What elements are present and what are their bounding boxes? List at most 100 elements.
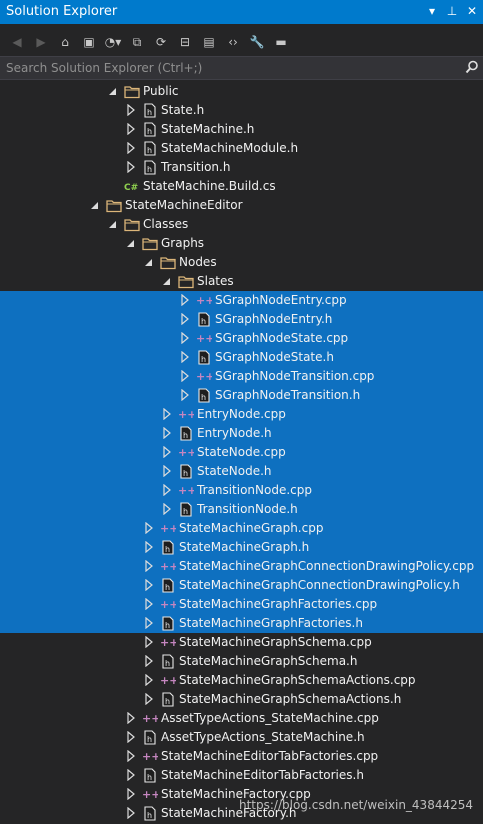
tree-item[interactable]: h StateMachine.h (0, 120, 483, 139)
expanded-arrow-icon[interactable] (162, 275, 172, 287)
collapsed-arrow-icon[interactable] (180, 351, 190, 363)
collapsed-arrow-icon[interactable] (144, 541, 154, 553)
collapsed-arrow-icon[interactable] (126, 769, 136, 781)
tree-item[interactable]: ++ SGraphNodeEntry.cpp (0, 291, 483, 310)
tree-item[interactable]: ++ StateMachineGraphFactories.cpp (0, 595, 483, 614)
folder-icon (124, 84, 140, 99)
search-icon[interactable] (465, 60, 479, 74)
collapsed-arrow-icon[interactable] (126, 104, 136, 116)
tree-item[interactable]: h StateMachineGraphFactories.h (0, 614, 483, 633)
collapsed-arrow-icon[interactable] (162, 503, 172, 515)
refresh-icon[interactable]: ⟳ (152, 33, 170, 51)
expanded-arrow-icon[interactable] (144, 256, 154, 268)
collapsed-arrow-icon[interactable] (162, 484, 172, 496)
tree-item[interactable]: Nodes (0, 253, 483, 272)
tree-item[interactable]: ++ AssetTypeActions_StateMachine.cpp (0, 709, 483, 728)
collapsed-arrow-icon[interactable] (144, 522, 154, 534)
collapsed-arrow-icon[interactable] (126, 712, 136, 724)
tree-item[interactable]: ++ SGraphNodeState.cpp (0, 329, 483, 348)
collapsed-arrow-icon[interactable] (144, 598, 154, 610)
tree-item[interactable]: h StateMachineGraphSchemaActions.h (0, 690, 483, 709)
pin-icon[interactable]: ⊥ (445, 3, 459, 19)
close-icon[interactable]: ✕ (465, 3, 479, 19)
tree-item[interactable]: h SGraphNodeTransition.h (0, 386, 483, 405)
svg-text:h: h (147, 146, 152, 155)
solution-tree: Public h State.h h StateMachine.h h StateMachi… (0, 82, 483, 824)
tree-item[interactable]: ++ StateMachineEditorTabFactories.cpp (0, 747, 483, 766)
collapsed-arrow-icon[interactable] (162, 465, 172, 477)
collapsed-arrow-icon[interactable] (144, 617, 154, 629)
collapsed-arrow-icon[interactable] (180, 294, 190, 306)
collapsed-arrow-icon[interactable] (180, 313, 190, 325)
collapsed-arrow-icon[interactable] (180, 370, 190, 382)
home-icon[interactable]: ⌂ (56, 33, 74, 51)
back-icon[interactable]: ◀ (8, 33, 26, 51)
collapsed-arrow-icon[interactable] (180, 332, 190, 344)
tree-item[interactable]: h StateMachineGraphSchema.h (0, 652, 483, 671)
preview-selected-icon[interactable]: ▬ (272, 33, 290, 51)
tree-item[interactable]: h TransitionNode.h (0, 500, 483, 519)
tree-item[interactable]: StateMachineEditor (0, 196, 483, 215)
tree-item[interactable]: h StateNode.h (0, 462, 483, 481)
show-all-files-icon[interactable]: ▤ (200, 33, 218, 51)
expanded-arrow-icon[interactable] (108, 85, 118, 97)
tree-item[interactable]: ++ SGraphNodeTransition.cpp (0, 367, 483, 386)
collapsed-arrow-icon[interactable] (162, 408, 172, 420)
tree-item[interactable]: h StateMachineEditorTabFactories.h (0, 766, 483, 785)
collapsed-arrow-icon[interactable] (162, 446, 172, 458)
tree-item[interactable]: h SGraphNodeState.h (0, 348, 483, 367)
expanded-arrow-icon[interactable] (108, 218, 118, 230)
dropdown-icon[interactable]: ▾ (425, 3, 439, 19)
tree-item-label: EntryNode.h (197, 426, 272, 440)
collapsed-arrow-icon[interactable] (126, 788, 136, 800)
collapsed-arrow-icon[interactable] (144, 636, 154, 648)
tree-item[interactable]: ++ StateMachineGraphConnectionDrawingPoli… (0, 557, 483, 576)
collapsed-arrow-icon[interactable] (144, 674, 154, 686)
tree-item[interactable]: ++ EntryNode.cpp (0, 405, 483, 424)
collapsed-arrow-icon[interactable] (144, 655, 154, 667)
collapse-all-icon[interactable]: ⊟ (176, 33, 194, 51)
tree-item[interactable]: h SGraphNodeEntry.h (0, 310, 483, 329)
tree-item-label: Classes (143, 217, 189, 231)
tree-item[interactable]: ++ StateNode.cpp (0, 443, 483, 462)
collapsed-arrow-icon[interactable] (126, 161, 136, 173)
tree-item[interactable]: h Transition.h (0, 158, 483, 177)
collapsed-arrow-icon[interactable] (162, 427, 172, 439)
tree-item[interactable]: h State.h (0, 101, 483, 120)
view-code-icon[interactable]: ‹› (224, 33, 242, 51)
tree-item[interactable]: h AssetTypeActions_StateMachine.h (0, 728, 483, 747)
pending-changes-filter-icon[interactable]: ◔▾ (104, 33, 122, 51)
tree-item-label: StateMachineGraphConnectionDrawingPolicy… (179, 578, 460, 592)
collapsed-arrow-icon[interactable] (126, 142, 136, 154)
sync-active-document-icon[interactable]: ⧉ (128, 33, 146, 51)
tree-item[interactable]: ++ StateMachineGraph.cpp (0, 519, 483, 538)
tree-item[interactable]: Public (0, 82, 483, 101)
collapsed-arrow-icon[interactable] (144, 579, 154, 591)
tree-item[interactable]: ++ TransitionNode.cpp (0, 481, 483, 500)
collapsed-arrow-icon[interactable] (126, 123, 136, 135)
tree-item[interactable]: h StateMachineGraphConnectionDrawingPolic… (0, 576, 483, 595)
tree-item[interactable]: Graphs (0, 234, 483, 253)
forward-icon[interactable]: ▶ (32, 33, 50, 51)
tree-item[interactable]: h StateMachineModule.h (0, 139, 483, 158)
switch-views-icon[interactable]: ▣ (80, 33, 98, 51)
search-input[interactable] (6, 60, 456, 76)
collapsed-arrow-icon[interactable] (126, 807, 136, 819)
collapsed-arrow-icon[interactable] (180, 389, 190, 401)
svg-text:h: h (183, 507, 188, 516)
properties-wrench-icon[interactable]: 🔧 (248, 33, 266, 51)
tree-item[interactable]: ++ StateMachineGraphSchema.cpp (0, 633, 483, 652)
expanded-arrow-icon[interactable] (90, 199, 100, 211)
collapsed-arrow-icon[interactable] (126, 750, 136, 762)
tree-item[interactable]: ++ StateMachineGraphSchemaActions.cpp (0, 671, 483, 690)
collapsed-arrow-icon[interactable] (144, 560, 154, 572)
tree-item[interactable]: h StateMachineGraph.h (0, 538, 483, 557)
expanded-arrow-icon[interactable] (126, 237, 136, 249)
tree-item[interactable]: Slates (0, 272, 483, 291)
collapsed-arrow-icon[interactable] (144, 693, 154, 705)
tree-item[interactable]: h EntryNode.h (0, 424, 483, 443)
header-file-icon: h (142, 768, 158, 783)
collapsed-arrow-icon[interactable] (126, 731, 136, 743)
tree-item[interactable]: Classes (0, 215, 483, 234)
tree-item[interactable]: C# StateMachine.Build.cs (0, 177, 483, 196)
